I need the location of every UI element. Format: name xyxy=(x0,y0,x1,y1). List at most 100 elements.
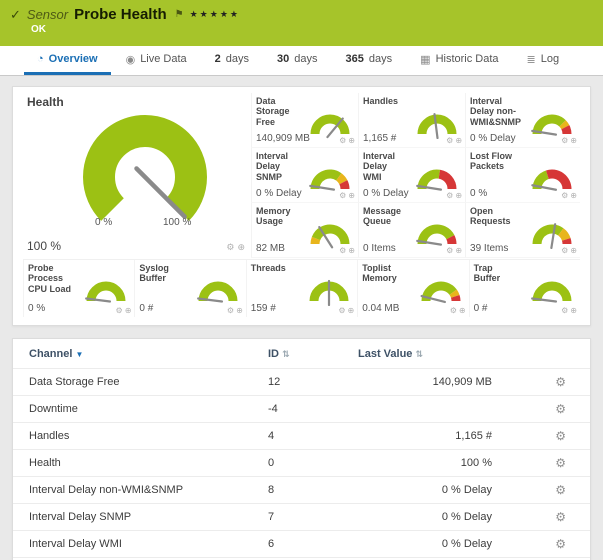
gauge-settings-icon[interactable]: ⚙ xyxy=(116,306,123,315)
channel-settings-icon[interactable]: ⚙ xyxy=(555,375,566,389)
gauge-value: 0 Items xyxy=(363,243,396,254)
gauge-pin-icon[interactable]: ⊕ xyxy=(237,242,245,253)
gauges-panel: Health 0 % 100 % 100 % ⚙ ⊕ Data Storage … xyxy=(12,86,591,326)
channel-settings-icon[interactable]: ⚙ xyxy=(555,456,566,470)
gauge-pin-icon[interactable]: ⊕ xyxy=(570,136,577,145)
gauge-pin-icon[interactable]: ⊕ xyxy=(455,191,462,200)
gauge-pin-icon[interactable]: ⊕ xyxy=(570,306,577,315)
gauge-trap-buffer: Trap Buffer0 #⚙⊕ xyxy=(469,260,580,317)
gauge-settings-icon[interactable]: ⚙ xyxy=(227,306,234,315)
channel-settings-icon[interactable]: ⚙ xyxy=(555,483,566,497)
tab-label: Historic Data xyxy=(436,53,499,65)
gauge-pin-icon[interactable]: ⊕ xyxy=(348,136,355,145)
gauge-interval-delay-snmp: Interval Delay SNMP0 % Delay⚙⊕ xyxy=(251,148,358,203)
gauge-pin-icon[interactable]: ⊕ xyxy=(348,191,355,200)
gauge-icons: ⚙⊕ xyxy=(446,191,462,200)
gauge-settings-icon[interactable]: ⚙ xyxy=(339,246,346,255)
gauge-pin-icon[interactable]: ⊕ xyxy=(570,191,577,200)
gauge-settings-icon[interactable]: ⚙ xyxy=(446,136,453,145)
gauge-pin-icon[interactable]: ⊕ xyxy=(236,306,243,315)
gauge-dial xyxy=(526,272,578,309)
gauge-settings-icon[interactable]: ⚙ xyxy=(338,306,345,315)
list-icon: ≣ xyxy=(527,53,536,66)
gauge-icons: ⚙⊕ xyxy=(339,191,355,200)
channel-settings-icon[interactable]: ⚙ xyxy=(555,510,566,524)
gauge-icons: ⚙⊕ xyxy=(446,246,462,255)
table-row-downtime[interactable]: Downtime-4⚙ xyxy=(13,396,590,423)
gauge-open-requests: Open Requests39 Items⚙⊕ xyxy=(465,203,580,258)
table-row-interval-delay-non-wmi-snmp[interactable]: Interval Delay non-WMI&SNMP80 % Delay⚙ xyxy=(13,477,590,504)
gauge-settings-icon[interactable]: ⚙ xyxy=(226,242,234,253)
gauge-settings-icon[interactable]: ⚙ xyxy=(561,246,568,255)
channel-actions: ⚙ xyxy=(500,477,590,504)
gauge-pin-icon[interactable]: ⊕ xyxy=(455,136,462,145)
gauge-pin-icon[interactable]: ⊕ xyxy=(455,246,462,255)
channel-actions: ⚙ xyxy=(500,531,590,558)
channel-last-value: 0 % Delay xyxy=(350,477,500,504)
tab-log[interactable]: ≣ Log xyxy=(514,46,573,75)
gauge-settings-icon[interactable]: ⚙ xyxy=(339,191,346,200)
sensor-title: Probe Health xyxy=(74,6,167,23)
gauge-data-storage-free: Data Storage Free140,909 MB⚙⊕ xyxy=(251,93,358,148)
priority-stars[interactable]: ★★★★★ xyxy=(190,9,240,20)
gauge-icons: ⚙⊕ xyxy=(339,246,355,255)
channel-last-value: 1,165 # xyxy=(350,423,500,450)
sort-icon[interactable]: ⇅ xyxy=(415,349,423,359)
table-row-health[interactable]: Health0100 %⚙ xyxy=(13,450,590,477)
column-header-channel[interactable]: Channel ▼ xyxy=(13,339,260,369)
tab-30-days[interactable]: 30days xyxy=(264,46,331,75)
gauge-icons: ⚙⊕ xyxy=(561,246,577,255)
gauge-value: 0 # xyxy=(139,303,153,314)
health-gauge-title: Health xyxy=(27,95,64,109)
channel-settings-icon[interactable]: ⚙ xyxy=(555,429,566,443)
gauge-settings-icon[interactable]: ⚙ xyxy=(450,306,457,315)
gauge-settings-icon[interactable]: ⚙ xyxy=(446,191,453,200)
channel-settings-icon[interactable]: ⚙ xyxy=(555,402,566,416)
column-header-id[interactable]: ID ⇅ xyxy=(260,339,350,369)
tab-number: 2 xyxy=(215,53,221,65)
gauge-value: 0 % Delay xyxy=(470,133,516,144)
gauge-settings-icon[interactable]: ⚙ xyxy=(561,306,568,315)
gauge-pin-icon[interactable]: ⊕ xyxy=(348,246,355,255)
channel-id: -4 xyxy=(260,396,350,423)
table-row-interval-delay-snmp[interactable]: Interval Delay SNMP70 % Delay⚙ xyxy=(13,504,590,531)
gauge-settings-icon[interactable]: ⚙ xyxy=(561,191,568,200)
channel-id: 7 xyxy=(260,504,350,531)
table-row-handles[interactable]: Handles41,165 #⚙ xyxy=(13,423,590,450)
tab-live-data[interactable]: ◉Live Data xyxy=(113,46,200,75)
gauge-icons: ⚙⊕ xyxy=(338,306,354,315)
channel-table-panel: Channel ▼ ID ⇅ Last Value ⇅ xyxy=(12,338,591,560)
gauge-settings-icon[interactable]: ⚙ xyxy=(339,136,346,145)
gauge-pin-icon[interactable]: ⊕ xyxy=(570,246,577,255)
tab-historic-data[interactable]: ▦Historic Data xyxy=(407,46,511,75)
gauge-pin-icon[interactable]: ⊕ xyxy=(347,306,354,315)
gauge-icons: ⚙⊕ xyxy=(450,306,466,315)
table-row-data-storage-free[interactable]: Data Storage Free12140,909 MB⚙ xyxy=(13,369,590,396)
channel-settings-icon[interactable]: ⚙ xyxy=(555,537,566,551)
tab-2-days[interactable]: 2 days xyxy=(202,46,262,75)
channel-name: Data Storage Free xyxy=(13,369,260,396)
flag-icon[interactable]: ⚑ xyxy=(175,9,184,20)
gauge-value: 82 MB xyxy=(256,243,285,254)
gauge-settings-icon[interactable]: ⚙ xyxy=(446,246,453,255)
gauge-pin-icon[interactable]: ⊕ xyxy=(125,306,132,315)
column-label: Last Value xyxy=(358,348,412,360)
tab-overview[interactable]: ◔Overview xyxy=(24,46,111,75)
tab-label: days xyxy=(226,53,249,65)
tab-365-days[interactable]: 365days xyxy=(333,46,406,75)
sensor-status-header: ✓ Sensor Probe Health ⚑ ★★★★★ OK xyxy=(0,0,603,46)
column-header-last-value[interactable]: Last Value ⇅ xyxy=(350,339,500,369)
sort-icon[interactable]: ⇅ xyxy=(282,349,290,359)
gauge-value: 1,165 # xyxy=(363,133,396,144)
table-row-interval-delay-wmi[interactable]: Interval Delay WMI60 % Delay⚙ xyxy=(13,531,590,558)
channel-table-body: Data Storage Free12140,909 MB⚙Downtime-4… xyxy=(13,369,590,560)
channel-name: Interval Delay SNMP xyxy=(13,504,260,531)
sort-desc-icon[interactable]: ▼ xyxy=(75,350,83,359)
gauge-value: 0 % xyxy=(470,188,487,199)
tab-label: Log xyxy=(541,53,559,65)
main-content: Health 0 % 100 % 100 % ⚙ ⊕ Data Storage … xyxy=(0,76,603,560)
gauge-pin-icon[interactable]: ⊕ xyxy=(459,306,466,315)
channel-table-header-row: Channel ▼ ID ⇅ Last Value ⇅ xyxy=(13,339,590,369)
gauge-toplist-memory: Toplist Memory0.04 MB⚙⊕ xyxy=(357,260,468,317)
gauge-settings-icon[interactable]: ⚙ xyxy=(561,136,568,145)
